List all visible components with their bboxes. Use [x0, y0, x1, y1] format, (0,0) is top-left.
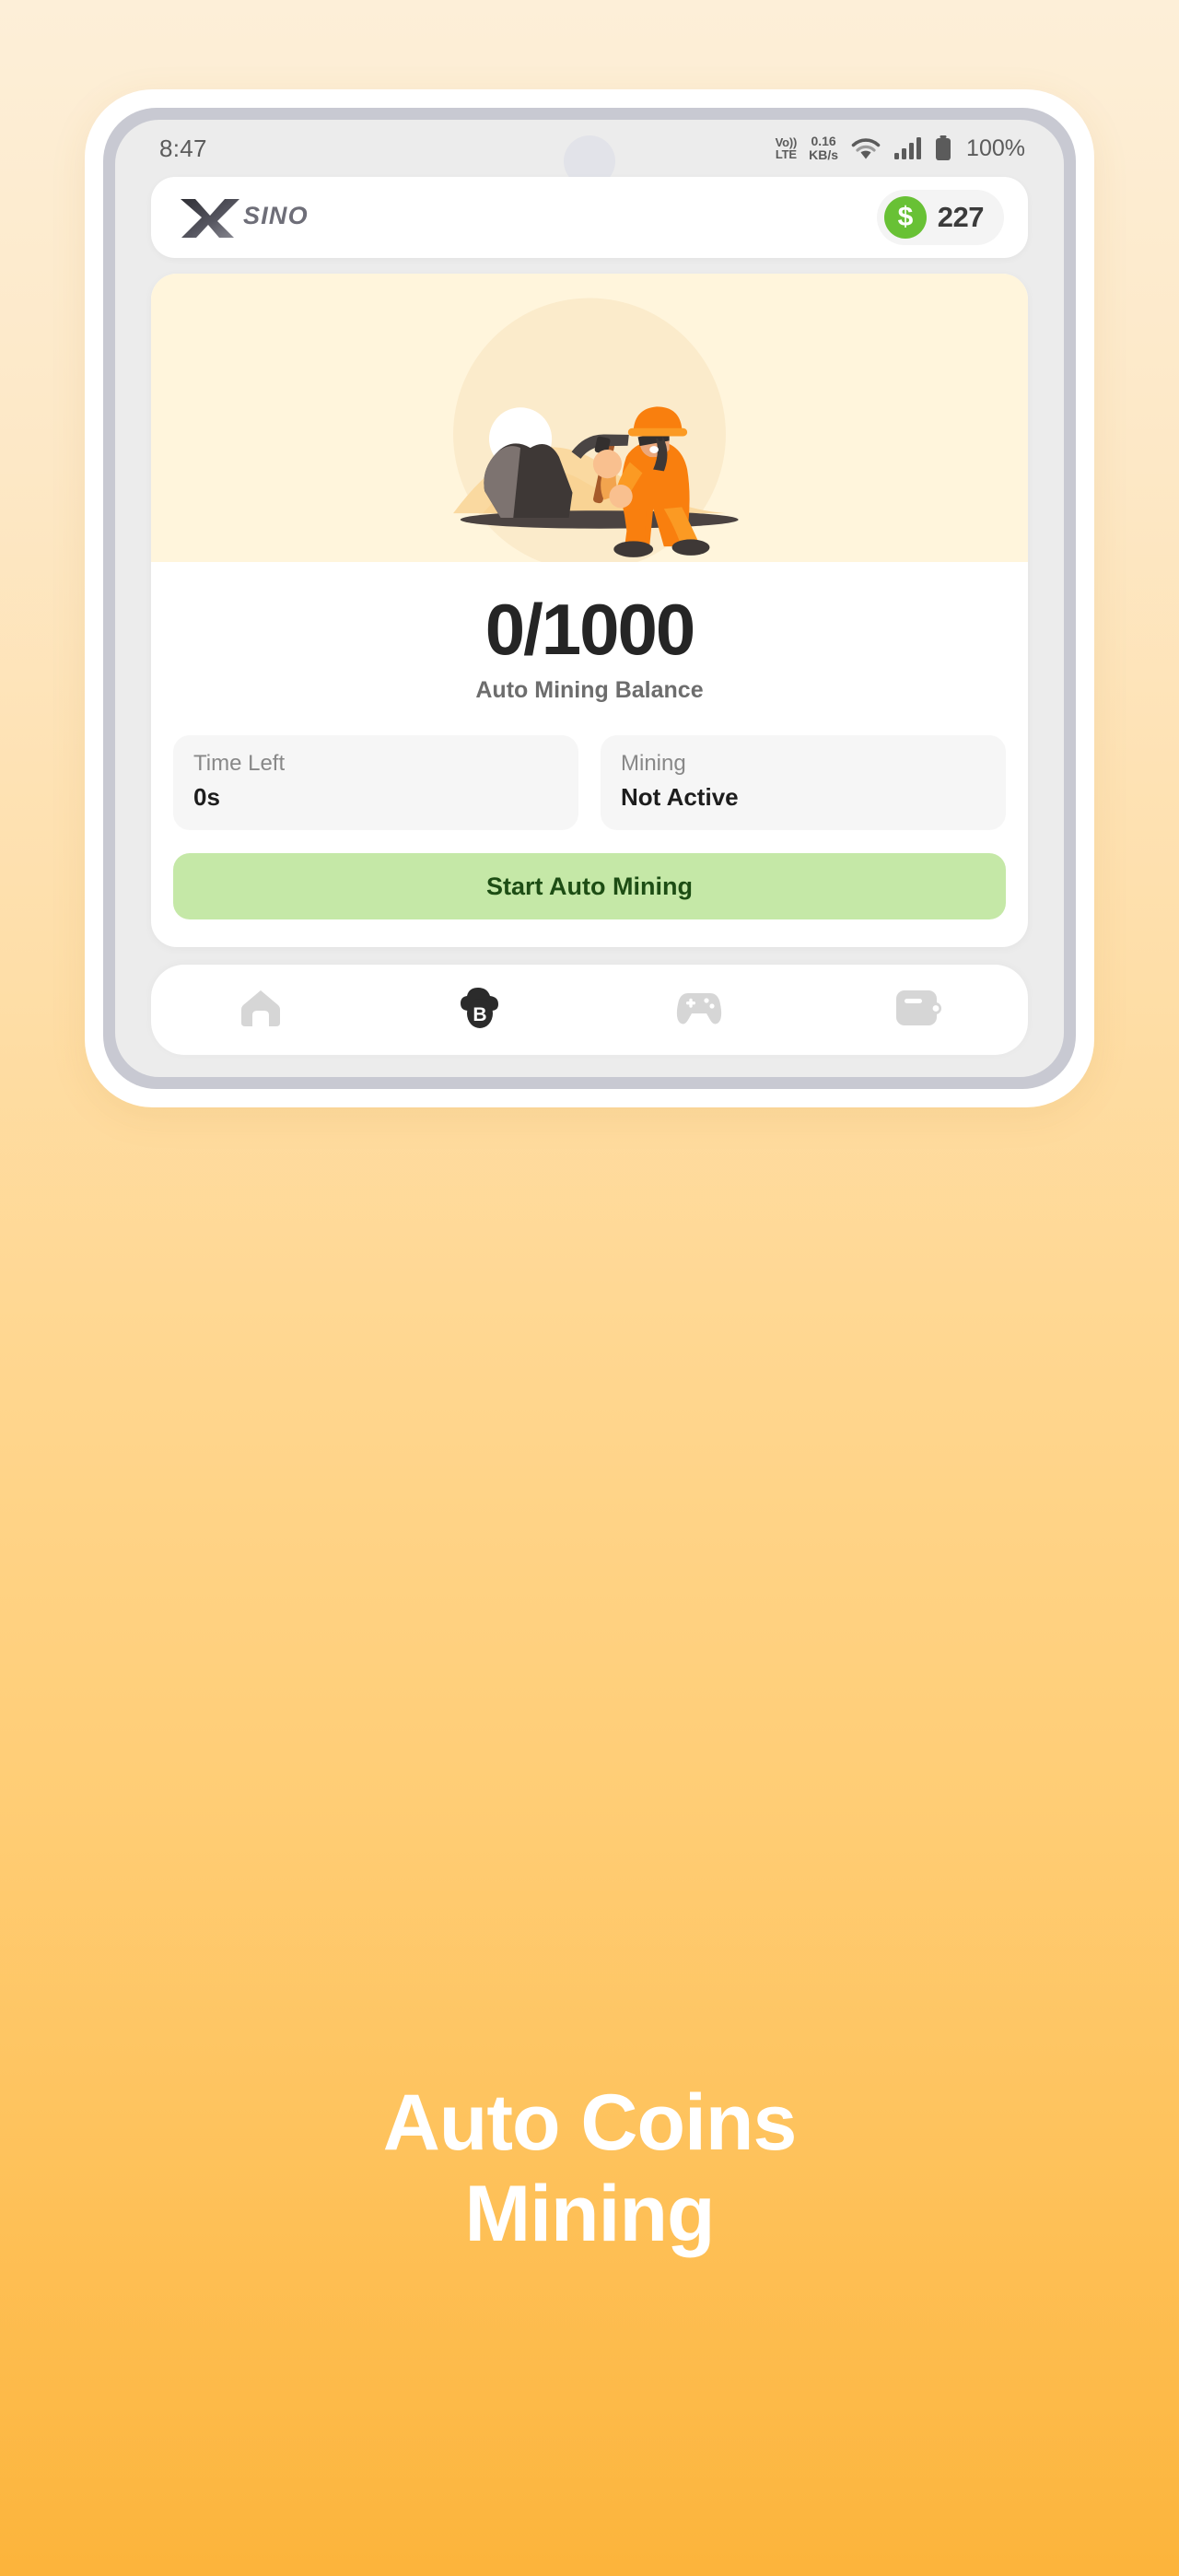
battery-full-icon [935, 135, 951, 161]
dollar-coin-icon: $ [883, 196, 927, 239]
balance-section: 0/1000 Auto Mining Balance [151, 562, 1028, 711]
mining-status-value: Not Active [621, 783, 739, 811]
phone-screen: 8:47 Vo)) LTE 0.16 KB/s 100% SINO $ 227 … [115, 120, 1064, 1077]
volte-bottom-text: LTE [775, 147, 797, 161]
svg-text:B: B [473, 1004, 486, 1025]
network-speed-value: 0.16 [811, 134, 836, 149]
time-left-value: 0s [193, 783, 220, 811]
promo-caption-line-1: Auto Coins [382, 2078, 798, 2167]
coin-balance-pill[interactable]: $ 227 [876, 190, 1004, 245]
xsino-logo-wordmark: SINO [243, 202, 309, 229]
network-speed-indicator: 0.16 KB/s [809, 135, 838, 161]
mining-status-stat: Mining Not Active [601, 735, 1006, 830]
mining-status-label: Mining [621, 751, 686, 776]
phone-bezel: 8:47 Vo)) LTE 0.16 KB/s 100% SINO $ 227 … [103, 108, 1076, 1089]
status-bar-icons: Vo)) LTE 0.16 KB/s 100% [776, 135, 1025, 161]
phone-mockup: 8:47 Vo)) LTE 0.16 KB/s 100% SINO $ 227 … [85, 89, 1094, 1107]
svg-text:$: $ [897, 202, 913, 232]
app-logo: SINO [179, 193, 332, 241]
bottom-navigation-bar: B [151, 965, 1028, 1055]
mining-stats-row: Time Left 0s Mining Not Active [151, 711, 1028, 830]
cellular-signal-icon [893, 136, 923, 160]
time-left-stat: Time Left 0s [173, 735, 578, 830]
nav-item-wallet[interactable] [863, 965, 974, 1055]
time-left-label: Time Left [193, 751, 286, 776]
coin-balance-value: 227 [937, 201, 985, 233]
network-speed-unit: KB/s [809, 147, 839, 162]
nav-item-games[interactable] [644, 965, 754, 1055]
auto-mining-card: 0/1000 Auto Mining Balance Time Left 0s … [151, 274, 1028, 947]
auto-mining-balance-value: 0/1000 [484, 589, 696, 670]
gamepad-icon [675, 988, 723, 1033]
nav-item-home[interactable] [205, 965, 316, 1055]
nav-item-mining[interactable]: B [425, 965, 535, 1055]
auto-mining-balance-label: Auto Mining Balance [475, 677, 704, 703]
volte-icon: Vo)) LTE [776, 136, 798, 160]
status-bar-clock: 8:47 [159, 134, 207, 162]
xsino-logo-x-icon [181, 199, 239, 238]
promo-caption: Auto Coins Mining [0, 2078, 1179, 2260]
cloud-bitcoin-mining-icon: B [455, 983, 505, 1037]
wallet-icon [894, 988, 942, 1033]
miner-illustration [151, 274, 1028, 562]
wifi-icon [850, 136, 881, 160]
battery-percent-label: 100% [966, 135, 1025, 161]
xsino-logo-text: SINO [243, 202, 309, 229]
promo-caption-line-2: Mining [464, 2169, 715, 2258]
app-header: SINO $ 227 [151, 177, 1028, 258]
home-icon [239, 986, 283, 1035]
start-auto-mining-button[interactable]: Start Auto Mining [173, 853, 1006, 919]
